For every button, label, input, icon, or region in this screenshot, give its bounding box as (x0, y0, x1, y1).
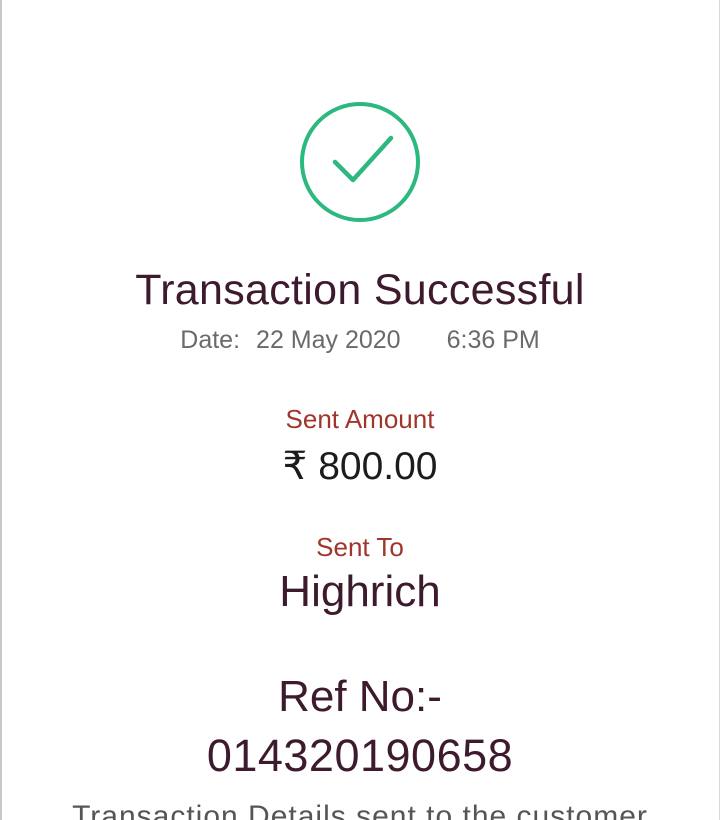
check-circle-icon (298, 100, 422, 224)
transaction-receipt-screen: Transaction Successful Date: 22 May 2020 6… (0, 0, 720, 820)
footer-note: Transaction Details sent to the customer (72, 800, 648, 820)
recipient-name: Highrich (279, 567, 441, 616)
sent-to-label: Sent To (316, 532, 404, 562)
sent-amount-label: Sent Amount (285, 404, 435, 434)
date-value: 22 May 2020 (256, 326, 401, 354)
status-title: Transaction Successful (135, 266, 585, 314)
date-time-row: Date: 22 May 2020 6:36 PM (0, 326, 720, 355)
reference-label: Ref No:- (278, 672, 442, 721)
date-label: Date: (180, 326, 241, 354)
time-value: 6:36 PM (446, 326, 540, 354)
amount-number: 800.00 (318, 445, 438, 488)
reference-number: 014320190658 (206, 730, 514, 781)
sent-amount-value: ₹ 800.00 (0, 444, 720, 489)
currency-symbol: ₹ (282, 445, 308, 488)
